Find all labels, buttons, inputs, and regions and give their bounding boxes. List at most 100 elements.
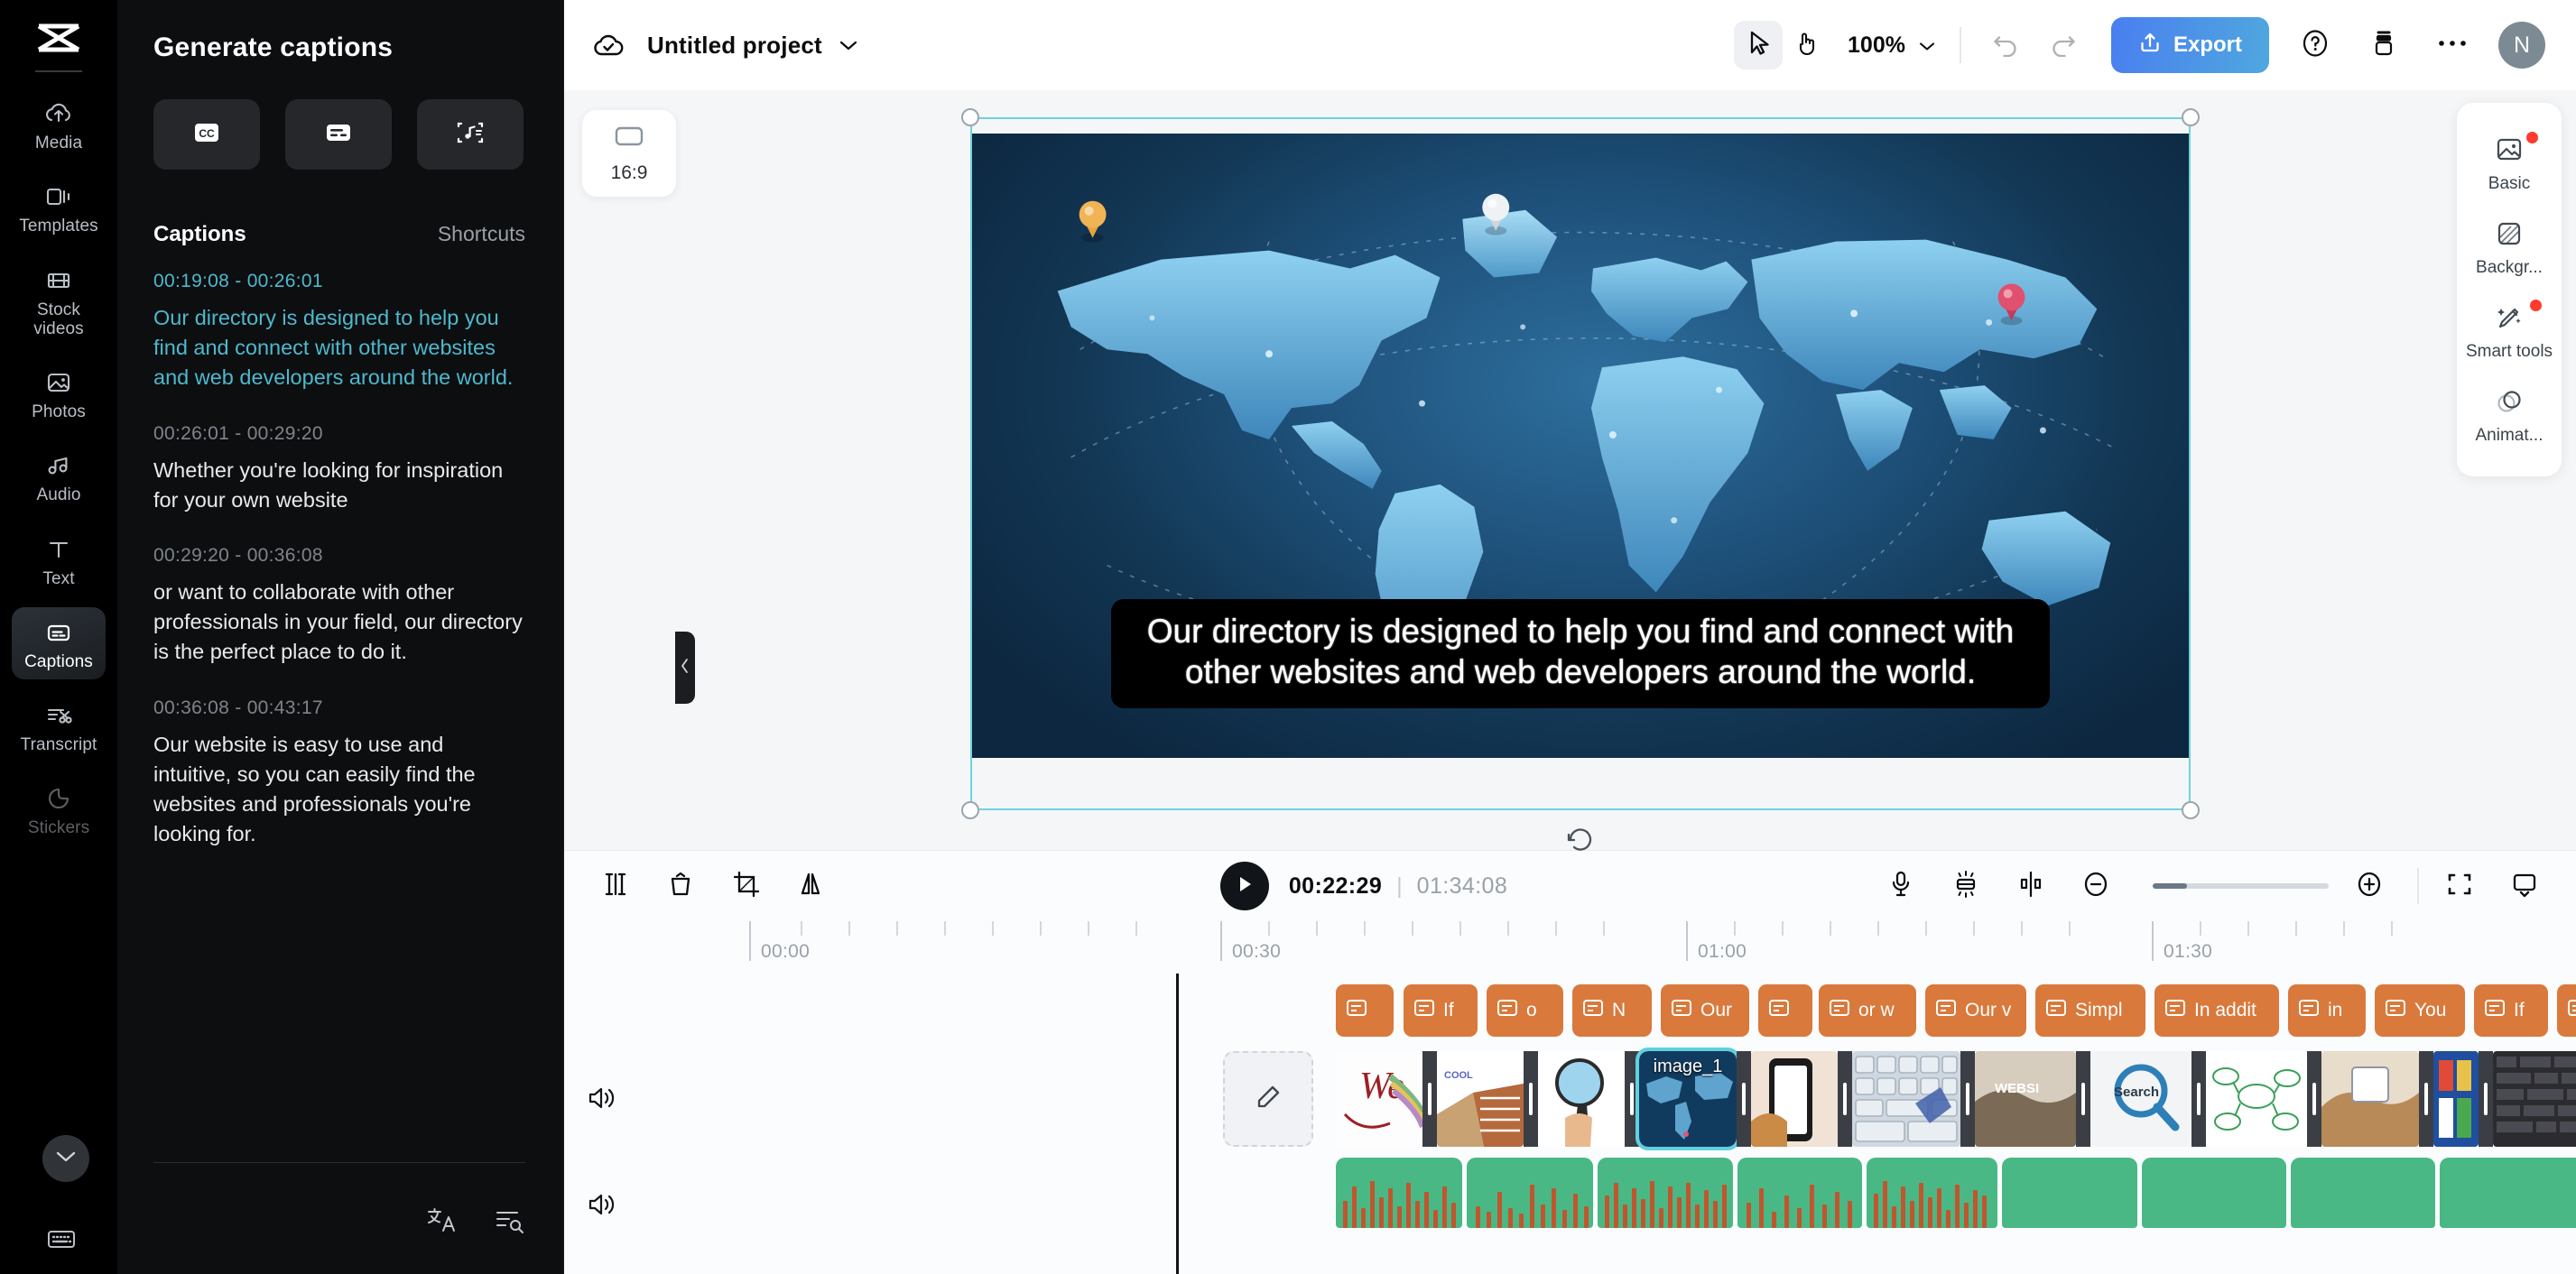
- table-row[interactable]: Our v: [1925, 984, 2026, 1037]
- delete-clip-button[interactable]: [656, 862, 705, 910]
- table-row[interactable]: or w: [1819, 984, 1916, 1037]
- filter-search-icon[interactable]: [493, 1205, 525, 1240]
- table-row[interactable]: [2321, 1051, 2419, 1147]
- clip-trim-handle[interactable]: [2076, 1051, 2090, 1147]
- mirror-button[interactable]: [786, 862, 835, 910]
- table-row[interactable]: COOL: [1437, 1051, 1524, 1147]
- table-row[interactable]: In addit: [2154, 984, 2279, 1037]
- redo-button[interactable]: [2043, 24, 2084, 66]
- sidebar-item-templates[interactable]: Templates: [12, 171, 106, 244]
- record-voiceover-button[interactable]: [1876, 862, 1925, 910]
- table-row[interactable]: [2440, 1158, 2576, 1228]
- list-item[interactable]: 00:29:20 - 00:36:08 or want to collabora…: [153, 545, 525, 667]
- table-row[interactable]: Simply: [2557, 984, 2576, 1037]
- table-row[interactable]: [2493, 1051, 2576, 1147]
- sidebar-item-captions[interactable]: Captions: [12, 607, 106, 679]
- table-row[interactable]: o: [1487, 984, 1563, 1037]
- clip-trim-handle[interactable]: [1737, 1051, 1751, 1147]
- capcut-logo-icon[interactable]: [32, 18, 86, 58]
- table-row[interactable]: If: [1404, 984, 1478, 1037]
- table-row[interactable]: Simpl: [2035, 984, 2145, 1037]
- lyrics-captions-button[interactable]: [417, 99, 524, 170]
- clip-trim-handle[interactable]: [1838, 1051, 1852, 1147]
- split-clip-button[interactable]: [591, 862, 640, 910]
- resize-handle-top-left[interactable]: [961, 108, 979, 126]
- video-canvas[interactable]: Our directory is designed to help you fi…: [972, 134, 2189, 758]
- table-row[interactable]: Search: [2090, 1051, 2191, 1147]
- table-row[interactable]: [2002, 1158, 2137, 1228]
- table-row[interactable]: [2433, 1051, 2479, 1147]
- list-item[interactable]: 00:19:08 - 00:26:01 Our directory is des…: [153, 271, 525, 392]
- sidebar-collapse-button[interactable]: [42, 1135, 89, 1182]
- auto-captions-button[interactable]: CC: [153, 99, 260, 170]
- table-row[interactable]: [1538, 1051, 1625, 1147]
- table-row[interactable]: [2206, 1051, 2307, 1147]
- select-tool-button[interactable]: [1734, 21, 1783, 69]
- sidebar-item-transcript[interactable]: Transcript: [12, 690, 106, 762]
- auto-beat-button[interactable]: [1941, 862, 1990, 910]
- caption-text[interactable]: Our directory is designed to help you fi…: [153, 303, 525, 392]
- undo-button[interactable]: [1985, 24, 2026, 66]
- table-row[interactable]: You: [2375, 984, 2465, 1037]
- table-row[interactable]: [1852, 1051, 1960, 1147]
- sidebar-item-media[interactable]: Media: [12, 88, 106, 161]
- play-button[interactable]: [1220, 862, 1269, 910]
- panel-item-background[interactable]: Backgr...: [2457, 207, 2562, 291]
- resize-handle-bottom-left[interactable]: [961, 801, 979, 819]
- table-row[interactable]: We: [1336, 1051, 1422, 1147]
- resize-handle-top-right[interactable]: [2182, 108, 2200, 126]
- sidebar-item-audio[interactable]: Audio: [12, 440, 106, 512]
- sidebar-item-stock-videos[interactable]: Stock videos: [12, 255, 106, 347]
- clip-trim-handle[interactable]: [2191, 1051, 2206, 1147]
- caption-text[interactable]: Whether you're looking for inspiration f…: [153, 456, 525, 515]
- split-view-button[interactable]: [2006, 862, 2055, 910]
- clip-trim-handle[interactable]: [1524, 1051, 1538, 1147]
- table-row[interactable]: If: [2474, 984, 2548, 1037]
- clip-trim-handle[interactable]: [1960, 1051, 1975, 1147]
- table-row[interactable]: [1336, 1158, 1462, 1228]
- video-canvas-wrapper[interactable]: Our directory is designed to help you fi…: [970, 117, 2191, 810]
- table-row[interactable]: WEBSI: [1975, 1051, 2076, 1147]
- export-button[interactable]: Export: [2111, 17, 2269, 73]
- table-row[interactable]: [1737, 1158, 1862, 1228]
- sidebar-item-text[interactable]: Text: [12, 524, 106, 596]
- panel-collapse-handle[interactable]: [675, 632, 695, 704]
- clip-trim-handle[interactable]: [1625, 1051, 1639, 1147]
- table-row[interactable]: Our: [1661, 984, 1749, 1037]
- panel-item-smart-tools[interactable]: Smart tools: [2457, 291, 2562, 374]
- project-title[interactable]: Untitled project: [647, 32, 822, 60]
- zoom-out-button[interactable]: [2071, 862, 2120, 910]
- table-row[interactable]: [1751, 1051, 1838, 1147]
- shortcuts-link[interactable]: Shortcuts: [438, 222, 525, 246]
- keyboard-shortcuts-button[interactable]: [43, 1225, 79, 1256]
- panel-toggle-button[interactable]: [2500, 862, 2549, 910]
- panel-item-basic[interactable]: Basic: [2457, 123, 2562, 207]
- selected-video-clip[interactable]: image_1: [1639, 1051, 1737, 1147]
- help-button[interactable]: [2293, 23, 2338, 68]
- table-row[interactable]: [1598, 1158, 1733, 1228]
- translate-icon[interactable]: [426, 1205, 459, 1240]
- list-item[interactable]: 00:36:08 - 00:43:17 Our website is easy …: [153, 697, 525, 849]
- playhead[interactable]: [1176, 974, 1179, 1274]
- table-row[interactable]: [1467, 1158, 1593, 1228]
- panel-item-animation[interactable]: Animat...: [2457, 374, 2562, 458]
- table-row[interactable]: in: [2288, 984, 2366, 1037]
- aspect-ratio-card[interactable]: 16:9: [582, 110, 676, 197]
- clip-trim-handle[interactable]: [1422, 1051, 1437, 1147]
- table-row[interactable]: [2142, 1158, 2286, 1228]
- table-row[interactable]: [1336, 984, 1394, 1037]
- more-options-button[interactable]: [2430, 23, 2475, 68]
- resize-handle-bottom-right[interactable]: [2182, 801, 2200, 819]
- rotate-handle[interactable]: [1560, 819, 1601, 861]
- hand-tool-button[interactable]: [1783, 21, 1831, 69]
- timeline-zoom-slider[interactable]: [2153, 883, 2329, 889]
- chevron-down-icon[interactable]: [839, 39, 858, 51]
- table-row[interactable]: [1867, 1158, 1997, 1228]
- crop-button[interactable]: [721, 862, 770, 910]
- avatar[interactable]: N: [2498, 22, 2545, 69]
- sidebar-item-stickers[interactable]: Stickers: [12, 773, 106, 845]
- table-row[interactable]: [1758, 984, 1812, 1037]
- clip-trim-handle[interactable]: [2307, 1051, 2321, 1147]
- table-row[interactable]: [2291, 1158, 2435, 1228]
- fullscreen-button[interactable]: [2435, 862, 2484, 910]
